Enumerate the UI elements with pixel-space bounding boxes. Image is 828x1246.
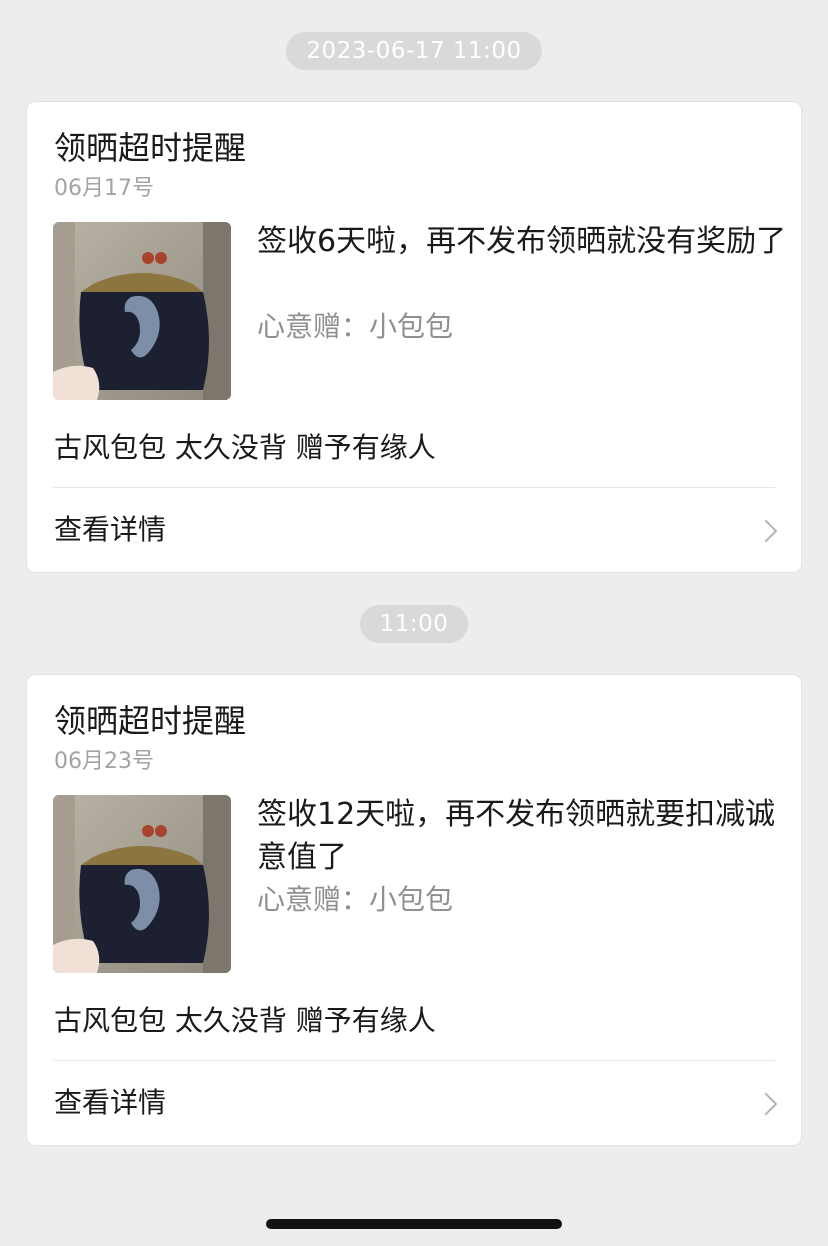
timestamp-text: 2023-06-17 11:00 [286,32,542,70]
timestamp-1: 2023-06-17 11:00 [0,32,828,70]
handbag-thumbnail[interactable] [53,222,231,400]
view-details-label: 查看详情 [54,1086,167,1119]
gift-label: 心意赠：小包包 [257,310,454,343]
handbag-photo-icon [53,222,231,400]
chevron-right-icon [764,1092,778,1116]
message-card-2[interactable]: 领晒超时提醒 06月23号 签收12天啦，再不发布领晒就要扣减诚意值了 心意赠：… [26,674,802,1146]
card-title: 领晒超时提醒 [54,702,247,740]
message-body: 签收12天啦，再不发布领晒就要扣减诚意值了 [257,797,776,875]
handbag-thumbnail[interactable] [53,795,231,973]
card-date: 06月23号 [54,749,154,774]
card-title: 领晒超时提醒 [54,129,247,167]
message-card-1[interactable]: 领晒超时提醒 06月17号 签收6天啦，再不发布领晒就没有奖励了 心意赠：小包包… [26,101,802,573]
timestamp-2: 11:00 [0,605,828,643]
chevron-right-icon [764,519,778,543]
gift-label: 心意赠：小包包 [257,883,454,916]
view-details-button[interactable]: 查看详情 [27,488,801,572]
message-body: 签收6天啦，再不发布领晒就没有奖励了 [257,224,787,259]
handbag-photo-icon [53,795,231,973]
view-details-button[interactable]: 查看详情 [27,1061,801,1145]
view-details-label: 查看详情 [54,513,167,546]
timestamp-text: 11:00 [359,605,469,643]
home-indicator[interactable] [266,1219,562,1229]
item-description: 古风包包 太久没背 赠予有缘人 [54,431,436,464]
item-description: 古风包包 太久没背 赠予有缘人 [54,1004,436,1037]
card-date: 06月17号 [54,176,154,201]
